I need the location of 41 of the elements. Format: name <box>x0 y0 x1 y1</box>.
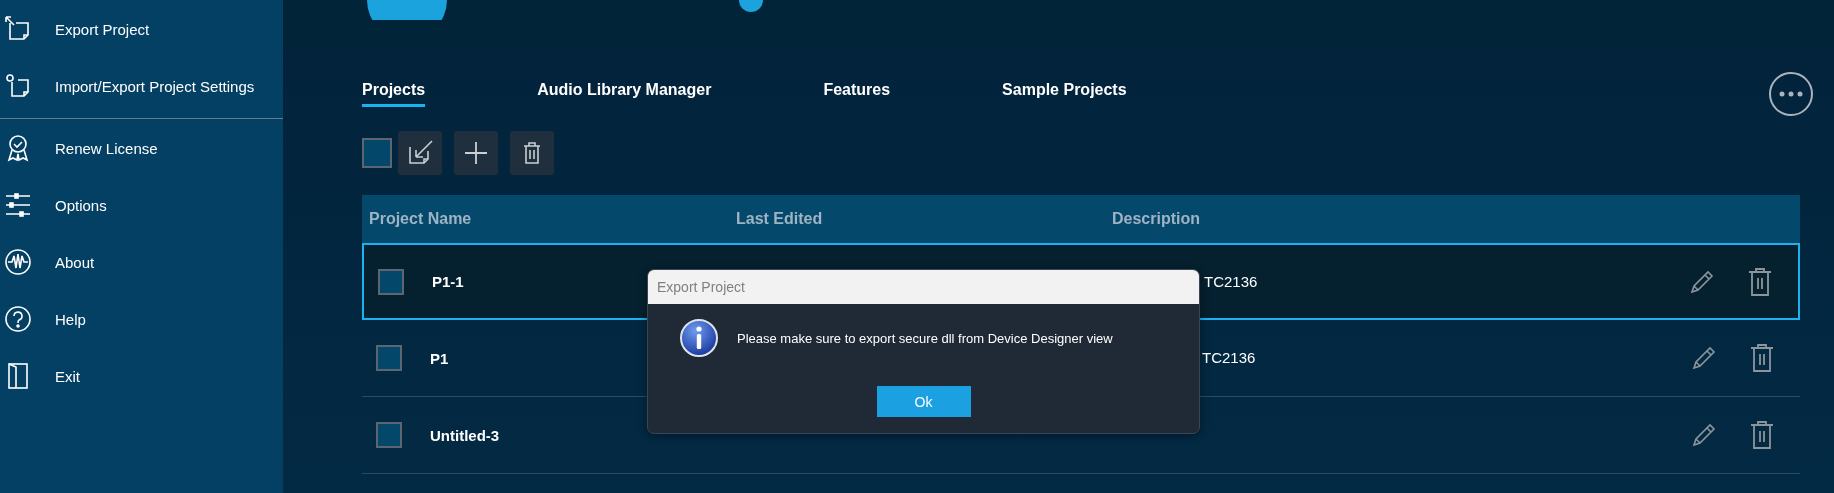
trash-icon[interactable] <box>1748 419 1776 451</box>
sidebar-item[interactable]: Exit <box>0 351 283 401</box>
column-header: Last Edited <box>736 210 824 228</box>
more-icon[interactable] <box>1768 71 1814 117</box>
help-icon <box>4 305 32 333</box>
project-name: Untitled-3 <box>430 426 500 444</box>
tab[interactable]: Audio Library Manager <box>537 81 712 107</box>
page-arrow-icon <box>406 139 434 167</box>
sidebar-item[interactable]: Options <box>0 180 283 230</box>
column-header: Description <box>1112 210 1201 228</box>
pencil-icon[interactable] <box>1690 421 1718 449</box>
sidebar-item[interactable]: About <box>0 237 283 287</box>
page-arrow-icon <box>4 15 32 43</box>
column-header: Project Name <box>368 210 473 228</box>
tab[interactable]: Features <box>823 81 891 107</box>
project-name: P1 <box>430 349 449 367</box>
select-all-checkbox[interactable] <box>362 138 392 168</box>
delete-button[interactable] <box>510 131 554 175</box>
add-button[interactable] <box>454 131 498 175</box>
sidebar-item[interactable]: Help <box>0 294 283 344</box>
waveform-circle-icon <box>4 248 32 276</box>
dialog-title: Export Project <box>648 270 1199 304</box>
sidebar-item[interactable]: Export Project <box>0 4 283 54</box>
tab[interactable]: Projects <box>362 81 426 107</box>
dialog-message: Please make sure to export secure dll from Device Designer view <box>737 330 1113 346</box>
description-text: TC2136 <box>1204 272 1258 290</box>
project-name: P1-1 <box>432 273 464 290</box>
info-icon <box>679 318 719 358</box>
trash-icon[interactable] <box>1748 342 1776 374</box>
row-checkbox[interactable] <box>376 422 402 448</box>
import-button[interactable] <box>398 131 442 175</box>
row-checkbox[interactable] <box>376 345 402 371</box>
pencil-icon[interactable] <box>1690 344 1718 372</box>
sliders-icon <box>4 191 32 219</box>
sidebar-item[interactable]: Renew License <box>0 123 283 173</box>
description-text: TC2136 <box>1202 349 1256 366</box>
row-checkbox[interactable] <box>378 268 404 295</box>
tab[interactable]: Sample Projects <box>1002 81 1127 107</box>
plus-icon <box>462 139 490 167</box>
trash-icon[interactable] <box>1746 265 1774 298</box>
sidebar-item[interactable]: Import/Export Project Settings <box>0 61 283 111</box>
